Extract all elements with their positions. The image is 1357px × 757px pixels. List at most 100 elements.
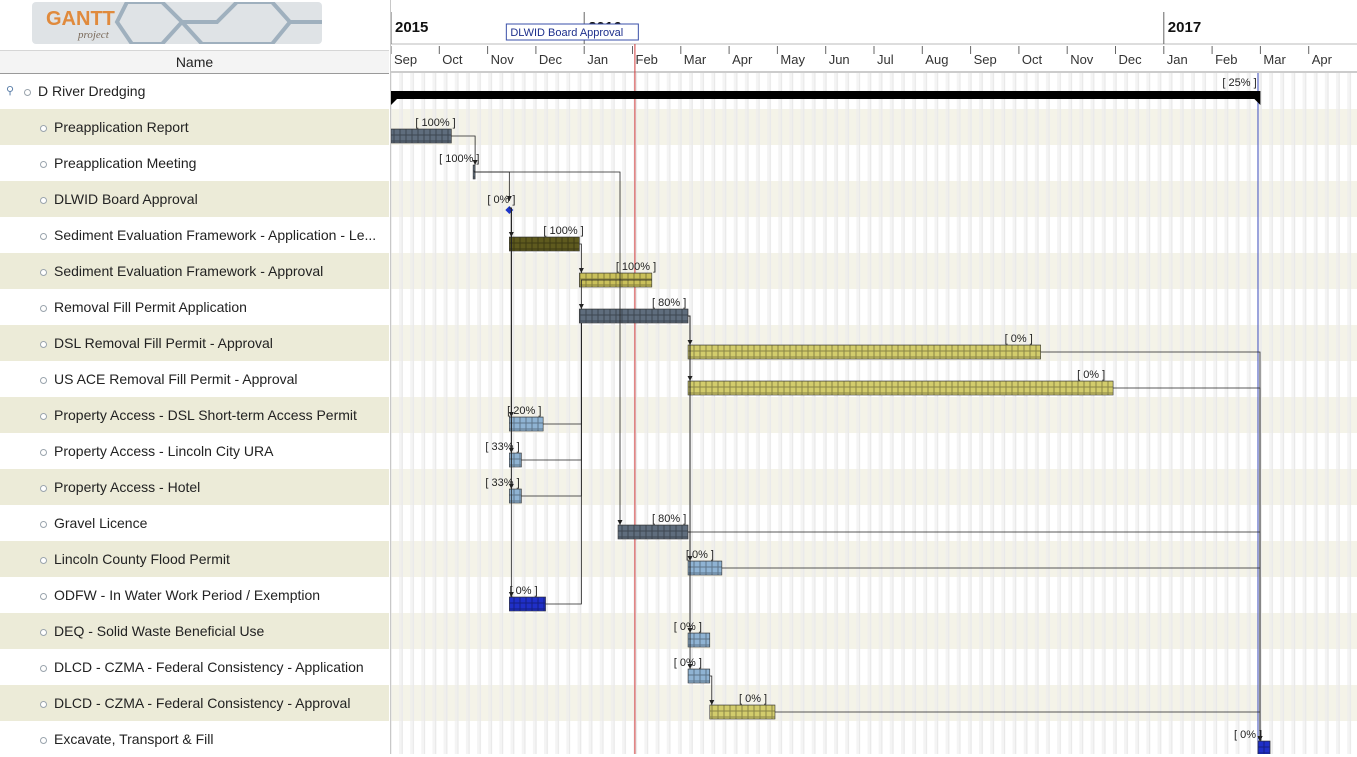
weekend-column (644, 73, 649, 754)
task-row[interactable]: Removal Fill Permit Application (0, 289, 389, 325)
task-name[interactable]: Preapplication Meeting (54, 145, 196, 181)
task-name[interactable]: ODFW - In Water Work Period / Exemption (54, 577, 320, 613)
task-name[interactable]: US ACE Removal Fill Permit - Approval (54, 361, 298, 397)
task-row[interactable]: DLWID Board Approval (0, 181, 389, 217)
name-column-header[interactable]: Name (0, 50, 389, 74)
task-row[interactable]: DEQ - Solid Waste Beneficial Use (0, 613, 389, 649)
task-name[interactable]: DEQ - Solid Waste Beneficial Use (54, 613, 264, 649)
task-bullet-icon (40, 161, 47, 168)
weekend-column (1246, 73, 1251, 754)
task-bar[interactable] (509, 596, 546, 612)
task-bullet-icon (40, 737, 47, 744)
task-progress-label: [ 0% ] (674, 621, 702, 633)
task-bar[interactable] (509, 416, 544, 432)
weekend-column (1302, 73, 1307, 754)
task-progress-label: [ 0% ] (510, 585, 538, 597)
task-bullet-icon (40, 125, 47, 132)
task-bar[interactable] (687, 668, 711, 684)
task-progress-label: [ 20% ] (507, 405, 541, 417)
month-label: Apr (1312, 52, 1333, 67)
task-bar[interactable] (687, 344, 1041, 360)
task-name[interactable]: Gravel Licence (54, 505, 147, 541)
task-row[interactable]: Property Access - Hotel (0, 469, 389, 505)
task-bar[interactable] (391, 128, 452, 144)
month-label: Oct (442, 52, 463, 67)
weekend-column (588, 73, 593, 754)
task-progress-label: [ 100% ] (415, 117, 455, 129)
task-name[interactable]: DLWID Board Approval (54, 181, 198, 217)
task-progress-label: [ 100% ] (439, 153, 479, 165)
task-bar[interactable] (579, 308, 689, 324)
weekend-column (867, 73, 872, 754)
task-name[interactable]: DLCD - CZMA - Federal Consistency - Appr… (54, 685, 350, 721)
weekend-column (1045, 73, 1050, 754)
weekend-column (544, 73, 549, 754)
task-bullet-icon (40, 701, 47, 708)
weekend-column (1146, 73, 1151, 754)
task-row[interactable]: Property Access - DSL Short-term Access … (0, 397, 389, 433)
task-name[interactable]: D River Dredging (38, 73, 145, 109)
task-name[interactable]: Sediment Evaluation Framework - Applicat… (54, 217, 376, 253)
gantt-chart: 201520162017SepOctNovDecJanFebMarAprMayJ… (391, 0, 1357, 754)
month-label: Mar (1263, 52, 1286, 67)
task-bar[interactable] (1257, 740, 1271, 754)
task-bar[interactable] (687, 632, 711, 648)
task-bar[interactable] (509, 236, 580, 252)
task-progress-label: [ 80% ] (652, 513, 686, 525)
weekend-column (555, 73, 560, 754)
task-bullet-icon (40, 305, 47, 312)
weekend-column (733, 73, 738, 754)
weekend-column (1023, 73, 1028, 754)
task-row[interactable]: Preapplication Report (0, 109, 389, 145)
task-bullet-icon (40, 197, 47, 204)
task-row[interactable]: Excavate, Transport & Fill (0, 721, 389, 757)
task-name[interactable]: Removal Fill Permit Application (54, 289, 247, 325)
task-row[interactable]: ODFW - In Water Work Period / Exemption (0, 577, 389, 613)
task-name[interactable]: Property Access - Lincoln City URA (54, 433, 273, 469)
task-name[interactable]: Lincoln County Flood Permit (54, 541, 230, 577)
weekend-column (1135, 73, 1140, 754)
task-name[interactable]: Sediment Evaluation Framework - Approval (54, 253, 323, 289)
task-name[interactable]: DLCD - CZMA - Federal Consistency - Appl… (54, 649, 364, 685)
logo-subtext: project (77, 29, 110, 41)
task-row[interactable]: Preapplication Meeting (0, 145, 389, 181)
weekend-column (967, 73, 972, 754)
task-bar[interactable] (687, 380, 1114, 396)
weekend-column (923, 73, 928, 754)
weekend-column (811, 73, 816, 754)
task-row[interactable]: Lincoln County Flood Permit (0, 541, 389, 577)
task-progress-label: [ 33% ] (485, 477, 519, 489)
task-name[interactable]: Preapplication Report (54, 109, 189, 145)
task-name[interactable]: Property Access - Hotel (54, 469, 200, 505)
task-name[interactable]: Excavate, Transport & Fill (54, 721, 214, 757)
task-row[interactable]: US ACE Removal Fill Permit - Approval (0, 361, 389, 397)
collapse-toggle-icon[interactable]: ⚲ (6, 73, 14, 109)
task-bullet-icon (40, 557, 47, 564)
month-label: Jul (877, 52, 894, 67)
task-bullet-icon (40, 449, 47, 456)
task-progress-label: [ 0% ] (487, 194, 515, 206)
task-row[interactable]: Sediment Evaluation Framework - Applicat… (0, 217, 389, 253)
task-bar[interactable] (709, 704, 776, 720)
task-name[interactable]: Property Access - DSL Short-term Access … (54, 397, 357, 433)
task-bar[interactable] (617, 524, 689, 540)
task-name[interactable]: DSL Removal Fill Permit - Approval (54, 325, 273, 361)
weekend-column (878, 73, 883, 754)
logo-text: GANTT (46, 8, 115, 30)
weekend-column (610, 73, 615, 754)
month-label: Dec (539, 52, 563, 67)
task-row[interactable]: ⚲ D River Dredging (0, 73, 389, 109)
weekend-column (755, 73, 760, 754)
weekend-column (1090, 73, 1095, 754)
month-label: Dec (1119, 52, 1143, 67)
summary-bar[interactable] (391, 91, 1261, 99)
task-row[interactable]: DLCD - CZMA - Federal Consistency - Appl… (0, 649, 389, 685)
task-row[interactable]: Property Access - Lincoln City URA (0, 433, 389, 469)
task-row[interactable]: DLCD - CZMA - Federal Consistency - Appr… (0, 685, 389, 721)
task-row[interactable]: DSL Removal Fill Permit - Approval (0, 325, 389, 361)
task-row[interactable]: Gravel Licence (0, 505, 389, 541)
task-row[interactable]: Sediment Evaluation Framework - Approval (0, 253, 389, 289)
task-bar[interactable] (687, 560, 723, 576)
task-progress-label: [ 0% ] (739, 693, 767, 705)
month-label: Sep (394, 52, 417, 67)
